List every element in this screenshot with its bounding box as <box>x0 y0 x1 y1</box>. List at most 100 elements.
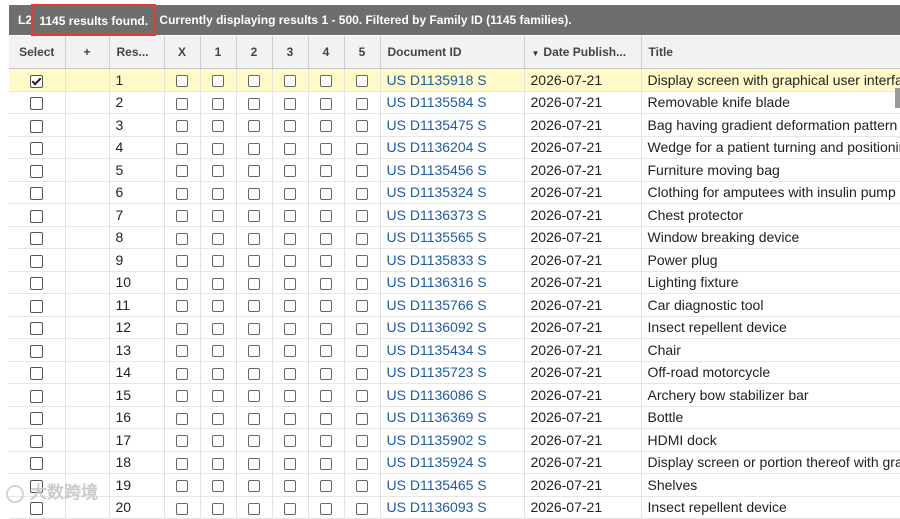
table-row[interactable]: 14 US D1135723 S 2026-07-21 Off-road motorc… <box>9 361 900 384</box>
flag-3-checkbox[interactable] <box>284 97 296 110</box>
table-row[interactable]: 17 US D1135902 S 2026-07-21 HDMI dock <box>9 428 900 452</box>
x-checkbox[interactable] <box>176 322 188 335</box>
table-row[interactable]: 20 US D1136093 S 2026-07-21 Insect repellen… <box>9 496 900 519</box>
flag-4-checkbox[interactable] <box>320 300 332 313</box>
flag-5-checkbox[interactable] <box>356 480 368 493</box>
table-row[interactable]: 15 US D1136086 S 2026-07-21 Archery bow sta… <box>9 383 900 407</box>
flag-5-checkbox[interactable] <box>356 232 368 245</box>
x-checkbox[interactable] <box>176 120 188 133</box>
flag-3-checkbox[interactable] <box>284 120 296 133</box>
x-checkbox[interactable] <box>176 390 188 403</box>
flag-3-checkbox[interactable] <box>284 457 296 470</box>
flag-2-checkbox[interactable] <box>248 120 260 133</box>
flag-5-checkbox[interactable] <box>356 502 368 515</box>
column-header-2[interactable]: 2 <box>236 36 273 69</box>
flag-1-checkbox[interactable] <box>212 412 224 425</box>
x-checkbox[interactable] <box>176 255 188 268</box>
select-checkbox[interactable] <box>30 344 44 358</box>
flag-2-checkbox[interactable] <box>248 480 260 493</box>
flag-3-checkbox[interactable] <box>284 75 296 88</box>
x-checkbox[interactable] <box>176 480 188 493</box>
flag-1-checkbox[interactable] <box>212 255 224 268</box>
document-id-link[interactable]: US D1136093 S <box>387 499 487 515</box>
document-id-link[interactable]: US D1136204 S <box>387 139 487 155</box>
select-checkbox[interactable] <box>30 74 44 88</box>
flag-5-checkbox[interactable] <box>356 120 368 133</box>
select-checkbox[interactable] <box>30 412 44 426</box>
x-checkbox[interactable] <box>176 187 188 200</box>
select-checkbox[interactable] <box>30 232 44 246</box>
select-checkbox[interactable] <box>30 389 44 403</box>
document-id-link[interactable]: US D1135434 S <box>387 342 487 358</box>
flag-4-checkbox[interactable] <box>320 367 332 380</box>
x-checkbox[interactable] <box>176 210 188 223</box>
x-checkbox[interactable] <box>176 97 188 110</box>
select-checkbox[interactable] <box>30 299 44 313</box>
flag-2-checkbox[interactable] <box>248 300 260 313</box>
vertical-scrollbar-thumb[interactable] <box>895 88 900 108</box>
flag-5-checkbox[interactable] <box>356 277 368 290</box>
flag-1-checkbox[interactable] <box>212 187 224 200</box>
flag-3-checkbox[interactable] <box>284 165 296 178</box>
document-id-link[interactable]: US D1135766 S <box>387 297 487 313</box>
flag-4-checkbox[interactable] <box>320 502 332 515</box>
flag-2-checkbox[interactable] <box>248 345 260 358</box>
expand-cell[interactable] <box>65 271 110 294</box>
column-header-result[interactable]: Res... <box>109 36 165 69</box>
document-id-link[interactable]: US D1136086 S <box>387 387 487 403</box>
table-row[interactable]: 19 US D1135465 S 2026-07-21 Shelves <box>9 473 900 497</box>
expand-cell[interactable] <box>65 91 110 114</box>
flag-2-checkbox[interactable] <box>248 367 260 380</box>
flag-3-checkbox[interactable] <box>284 255 296 268</box>
document-id-link[interactable]: US D1135924 S <box>387 454 487 470</box>
table-row[interactable]: 18 US D1135924 S 2026-07-21 Display screen … <box>9 451 900 474</box>
column-header-date-published[interactable]: ▼ Date Publish... <box>524 36 642 69</box>
flag-1-checkbox[interactable] <box>212 480 224 493</box>
select-checkbox[interactable] <box>30 434 44 448</box>
expand-cell[interactable] <box>65 383 110 407</box>
flag-4-checkbox[interactable] <box>320 232 332 245</box>
flag-5-checkbox[interactable] <box>356 457 368 470</box>
select-checkbox[interactable] <box>30 277 44 291</box>
flag-3-checkbox[interactable] <box>284 142 296 155</box>
expand-cell[interactable] <box>65 428 110 452</box>
flag-4-checkbox[interactable] <box>320 480 332 493</box>
flag-2-checkbox[interactable] <box>248 210 260 223</box>
select-checkbox[interactable] <box>30 254 44 268</box>
flag-2-checkbox[interactable] <box>248 435 260 448</box>
select-checkbox[interactable] <box>30 457 44 471</box>
flag-5-checkbox[interactable] <box>356 97 368 110</box>
column-header-x[interactable]: X <box>164 36 201 69</box>
x-checkbox[interactable] <box>176 142 188 155</box>
document-id-link[interactable]: US D1136316 S <box>387 274 487 290</box>
flag-3-checkbox[interactable] <box>284 187 296 200</box>
flag-5-checkbox[interactable] <box>356 435 368 448</box>
flag-3-checkbox[interactable] <box>284 412 296 425</box>
document-id-link[interactable]: US D1136092 S <box>387 319 487 335</box>
select-checkbox[interactable] <box>30 209 44 223</box>
expand-cell[interactable] <box>65 338 110 362</box>
flag-1-checkbox[interactable] <box>212 390 224 403</box>
table-row[interactable]: 3 US D1135475 S 2026-07-21 Bag having gradi… <box>9 113 900 137</box>
select-checkbox[interactable] <box>30 322 44 336</box>
flag-2-checkbox[interactable] <box>248 457 260 470</box>
flag-4-checkbox[interactable] <box>320 142 332 155</box>
expand-cell[interactable] <box>65 226 110 249</box>
document-id-link[interactable]: US D1135833 S <box>387 252 487 268</box>
column-header-expand[interactable]: + <box>65 36 110 69</box>
expand-cell[interactable] <box>65 316 110 339</box>
flag-1-checkbox[interactable] <box>212 502 224 515</box>
column-header-5[interactable]: 5 <box>344 36 381 69</box>
flag-4-checkbox[interactable] <box>320 345 332 358</box>
flag-5-checkbox[interactable] <box>356 345 368 358</box>
select-checkbox[interactable] <box>30 164 44 178</box>
flag-2-checkbox[interactable] <box>248 255 260 268</box>
flag-4-checkbox[interactable] <box>320 412 332 425</box>
x-checkbox[interactable] <box>176 165 188 178</box>
flag-1-checkbox[interactable] <box>212 457 224 470</box>
flag-5-checkbox[interactable] <box>356 412 368 425</box>
column-header-3[interactable]: 3 <box>272 36 309 69</box>
table-row[interactable]: 6 US D1135324 S 2026-07-21 Clothing for amp… <box>9 181 900 204</box>
table-row[interactable]: 7 US D1136373 S 2026-07-21 Chest protector <box>9 203 900 227</box>
flag-5-checkbox[interactable] <box>356 142 368 155</box>
